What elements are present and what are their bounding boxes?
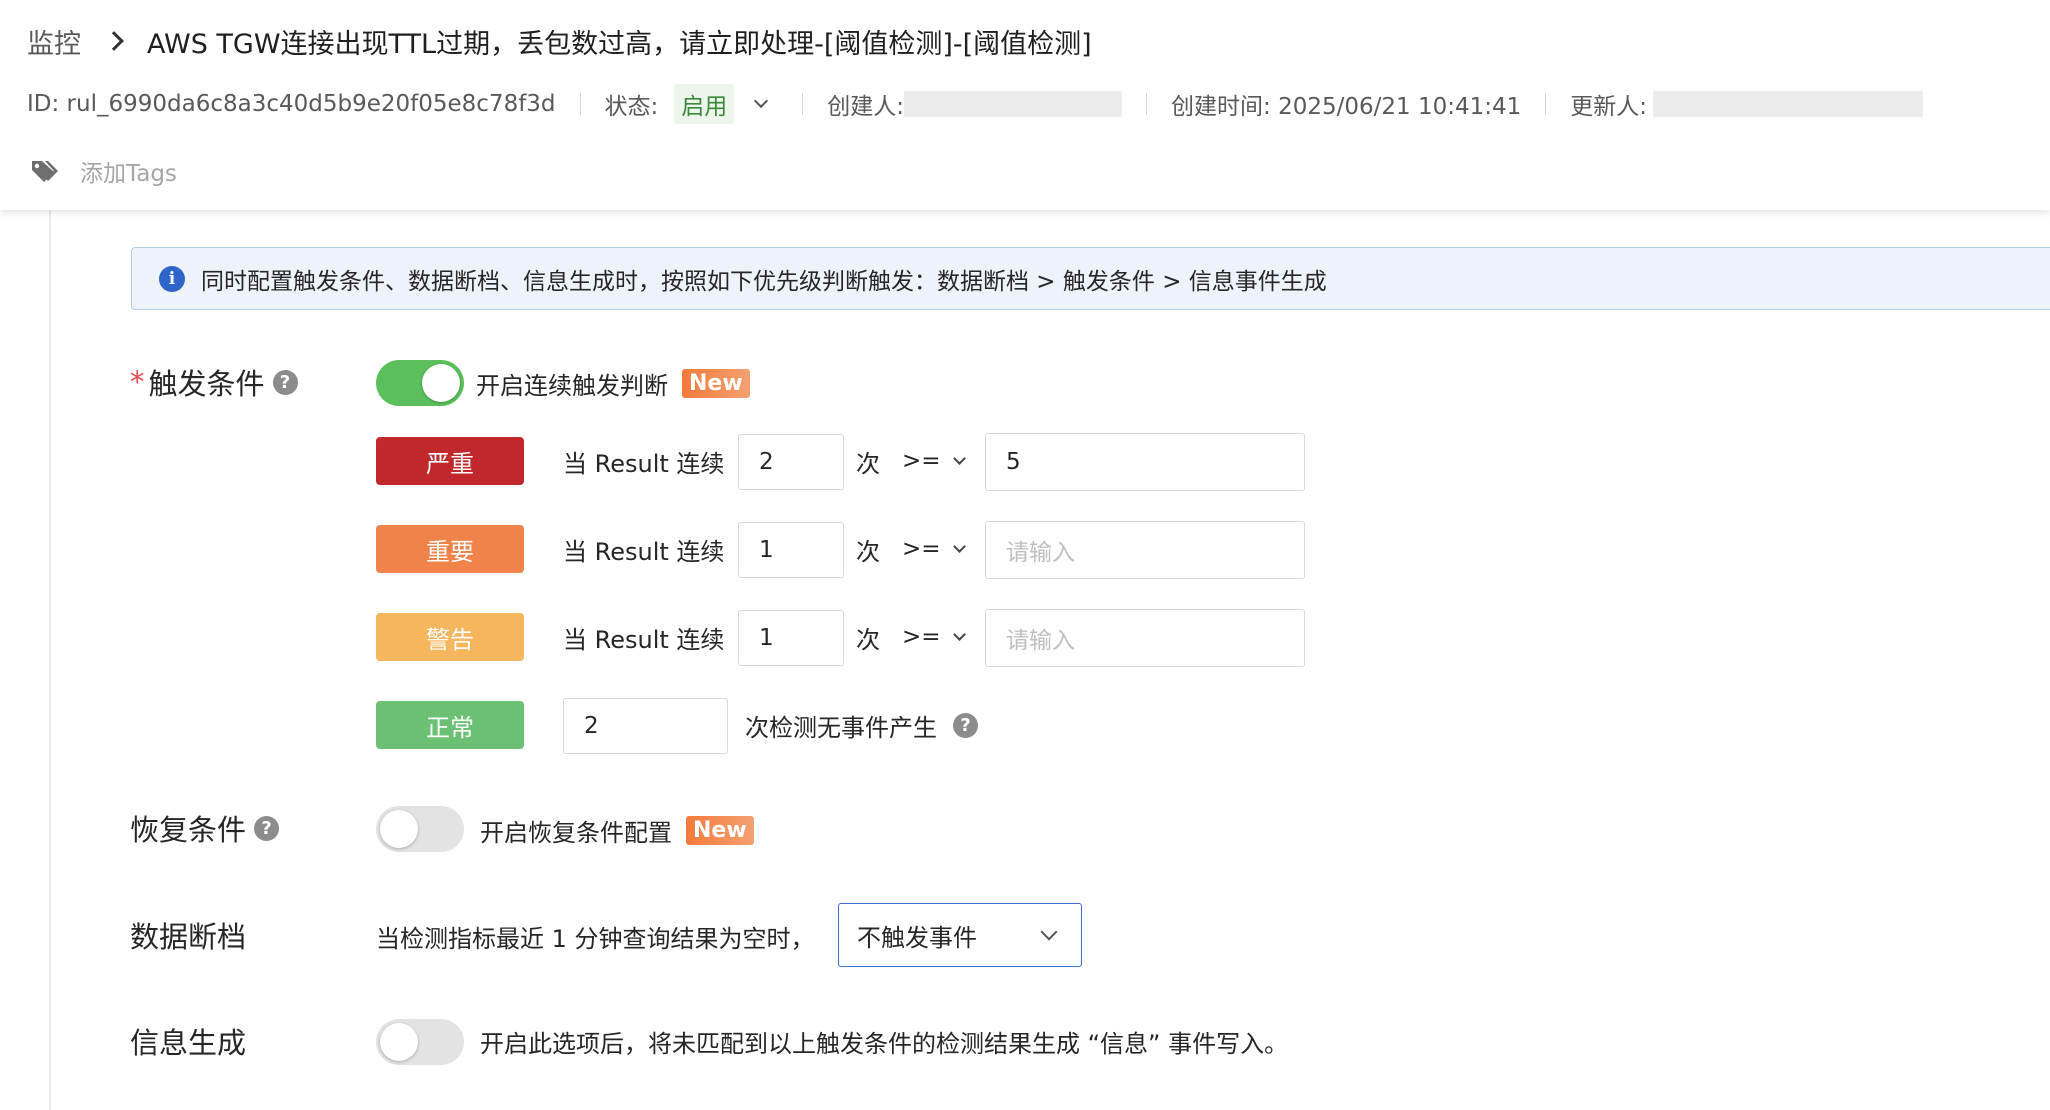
meta-bar: ID: rul_6990da6c8a3c40d5b9e20f05e8c78f3d…: [27, 84, 1924, 124]
info-banner: i 同时配置触发条件、数据断档、信息生成时，按照如下优先级判断触发：数据断档 >…: [131, 247, 2050, 310]
critical-threshold-input[interactable]: 5: [985, 433, 1305, 491]
breadcrumb-root-link[interactable]: 监控: [27, 22, 81, 61]
data-gap-select[interactable]: 不触发事件: [838, 903, 1082, 967]
required-mark: *: [130, 365, 145, 399]
unit-label: 次: [856, 449, 880, 478]
unit-label: 次: [856, 537, 880, 566]
page-header: 监控 AWS TGW连接出现TTL过期，丢包数过高，请立即处理-[阈值检测]-[…: [0, 0, 2050, 210]
recovery-toggle-text: 开启恢复条件配置: [480, 818, 672, 847]
critical-count-input[interactable]: 2: [738, 434, 844, 490]
warning-threshold-input[interactable]: 请输入: [985, 609, 1305, 667]
trigger-label-text: 触发条件: [148, 367, 265, 401]
severity-major-badge: 重要: [376, 525, 524, 573]
divider: [802, 93, 804, 115]
operator-select[interactable]: >=: [902, 532, 966, 566]
data-gap-label: 数据断档: [130, 920, 247, 954]
breadcrumb: 监控 AWS TGW连接出现TTL过期，丢包数过高，请立即处理-[阈值检测]-[…: [27, 20, 1092, 62]
status-label: 状态:: [604, 94, 659, 120]
add-tags-label: 添加Tags: [80, 161, 177, 187]
chevron-down-icon: [952, 540, 966, 553]
continuous-trigger-text-wrap: 开启连续触发判断 New: [476, 366, 750, 400]
recovery-text-wrap: 开启恢复条件配置 New: [480, 813, 754, 847]
toggle-knob: [380, 1023, 418, 1061]
operator-select[interactable]: >=: [902, 444, 966, 478]
info-gen-text: 开启此选项后，将未匹配到以上触发条件的检测结果生成 “信息” 事件写入。: [480, 1029, 1289, 1058]
info-banner-text: 同时配置触发条件、数据断档、信息生成时，按照如下优先级判断触发：数据断档 > 触…: [201, 268, 1327, 295]
help-icon[interactable]: ?: [953, 712, 978, 738]
divider: [579, 93, 581, 115]
page-title: AWS TGW连接出现TTL过期，丢包数过高，请立即处理-[阈值检测]-[阈值检…: [147, 28, 1092, 60]
chevron-down-icon: [1040, 923, 1058, 941]
info-gen-toggle[interactable]: [376, 1019, 464, 1065]
left-border: [49, 210, 51, 1110]
continuous-trigger-toggle[interactable]: [376, 360, 464, 406]
info-icon: i: [159, 265, 185, 292]
operator-value: >=: [902, 624, 941, 650]
help-icon[interactable]: ?: [272, 369, 298, 395]
add-tags-button[interactable]: 添加Tags: [30, 152, 177, 190]
created-time: 创建时间: 2025/06/21 10:41:41: [1171, 94, 1522, 120]
operator-value: >=: [902, 536, 941, 562]
severity-normal-badge: 正常: [376, 701, 524, 749]
normal-text-wrap: 次检测无事件产生 ?: [745, 708, 978, 742]
chevron-down-icon: [952, 628, 966, 641]
row-prefix: 当 Result 连续: [563, 449, 725, 478]
recovery-label-text: 恢复条件: [130, 813, 247, 847]
unit-label: 次: [856, 625, 880, 654]
status-badge[interactable]: 启用: [674, 84, 735, 124]
data-gap-select-value: 不触发事件: [857, 923, 977, 952]
data-gap-text: 当检测指标最近 1 分钟查询结果为空时，: [376, 924, 815, 953]
tag-icon: [32, 161, 58, 182]
major-count-input[interactable]: 1: [738, 522, 844, 578]
row-prefix: 当 Result 连续: [563, 625, 725, 654]
divider: [1146, 93, 1148, 115]
info-gen-label: 信息生成: [130, 1026, 247, 1060]
rule-id: ID: rul_6990da6c8a3c40d5b9e20f05e8c78f3d: [27, 91, 556, 117]
updater-redacted: [1653, 91, 1924, 117]
toggle-knob: [422, 364, 460, 402]
severity-critical-badge: 严重: [376, 437, 524, 485]
creator-redacted: [904, 91, 1123, 117]
toggle-knob: [380, 810, 418, 848]
updater-label: 更新人:: [1570, 94, 1648, 120]
divider: [1545, 93, 1547, 115]
chevron-down-icon: [952, 452, 966, 465]
recovery-label: 恢复条件 ?: [130, 808, 280, 848]
chevron-right-icon: [104, 31, 124, 51]
continuous-trigger-text: 开启连续触发判断: [476, 371, 668, 400]
row-prefix: 当 Result 连续: [563, 537, 725, 566]
severity-warning-badge: 警告: [376, 613, 524, 661]
creator-label: 创建人:: [827, 94, 905, 120]
operator-select[interactable]: >=: [902, 620, 966, 654]
help-icon[interactable]: ?: [254, 815, 280, 841]
warning-count-input[interactable]: 1: [738, 610, 844, 666]
trigger-label: * 触发条件 ?: [130, 362, 298, 402]
recovery-toggle[interactable]: [376, 806, 464, 852]
major-threshold-input[interactable]: 请输入: [985, 521, 1305, 579]
normal-count-input[interactable]: 2: [563, 698, 728, 754]
normal-text: 次检测无事件产生: [745, 713, 937, 742]
new-badge: New: [686, 815, 754, 845]
new-badge: New: [682, 368, 750, 398]
operator-value: >=: [902, 448, 941, 474]
chevron-down-icon[interactable]: [754, 93, 769, 109]
